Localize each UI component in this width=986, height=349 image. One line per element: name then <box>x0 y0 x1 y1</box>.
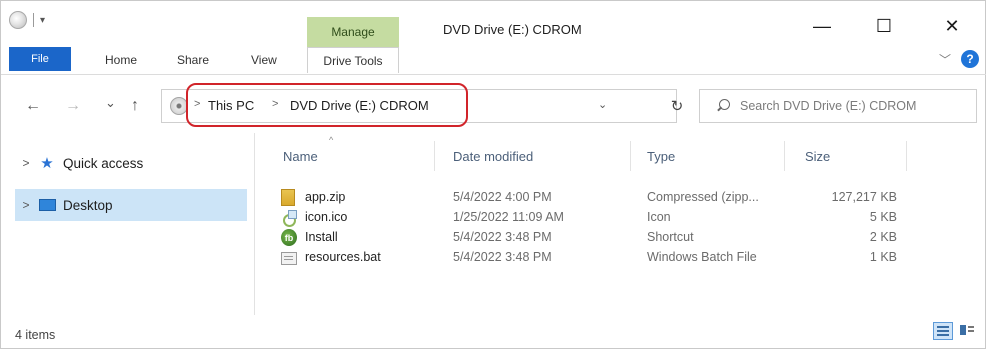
maximize-button[interactable]: ☐ <box>861 11 907 41</box>
large-icons-view-icon[interactable] <box>957 322 977 340</box>
file-name[interactable]: resources.bat <box>305 250 381 264</box>
sidebar-item-label: Desktop <box>63 197 113 213</box>
sidebar-item-label: Quick access <box>63 155 144 171</box>
tab-drive-tools[interactable]: Drive Tools <box>307 47 399 73</box>
forward-arrow-icon[interactable]: → <box>65 97 81 115</box>
file-row[interactable]: resources.bat 5/4/2022 3:48 PM Windows B… <box>269 248 919 268</box>
tab-share[interactable]: Share <box>177 53 209 67</box>
ribbon-controls: ﹀ ? <box>939 50 979 68</box>
column-header-type[interactable]: Type <box>633 141 785 171</box>
file-explorer-window: ▾ Manage DVD Drive (E:) CDROM — ☐ ✕ File… <box>0 0 986 349</box>
expand-ribbon-icon[interactable]: ﹀ <box>939 51 951 68</box>
ribbon-tabs: File Home Share View Drive Tools ﹀ ? <box>1 47 986 75</box>
breadcrumb-separator-icon[interactable]: > <box>194 98 200 110</box>
file-type: Compressed (zipp... <box>647 190 759 204</box>
cd-drive-icon <box>170 97 188 115</box>
breadcrumb-separator-icon[interactable]: > <box>272 98 278 110</box>
file-row[interactable]: app.zip 5/4/2022 4:00 PM Compressed (zip… <box>269 188 919 208</box>
sidebar-item-desktop[interactable]: > Desktop <box>15 189 247 221</box>
file-name[interactable]: Install <box>305 230 338 244</box>
quick-access-toolbar: ▾ <box>9 11 45 29</box>
navigation-bar: ← → ⌄ ↑ > This PC > DVD Drive (E:) CDROM… <box>1 81 986 129</box>
file-name[interactable]: icon.ico <box>305 210 347 224</box>
recent-locations-chevron-icon[interactable]: ⌄ <box>105 95 116 111</box>
column-header-date-modified[interactable]: Date modified <box>437 141 631 171</box>
window-title: DVD Drive (E:) CDROM <box>443 22 582 37</box>
file-size: 2 KB <box>869 230 897 244</box>
search-box[interactable]: Search DVD Drive (E:) CDROM <box>699 89 977 123</box>
chevron-right-icon[interactable]: > <box>15 198 37 212</box>
file-row[interactable]: fb Install 5/4/2022 3:48 PM Shortcut 2 K… <box>269 228 919 248</box>
minimize-button[interactable]: — <box>799 11 845 41</box>
file-date: 1/25/2022 11:09 AM <box>453 210 564 224</box>
close-button[interactable]: ✕ <box>929 11 975 41</box>
tab-home[interactable]: Home <box>105 53 137 67</box>
search-placeholder[interactable]: Search DVD Drive (E:) CDROM <box>740 99 916 113</box>
sidebar-item-quick-access[interactable]: > ★ Quick access <box>15 147 247 179</box>
title-bar: ▾ Manage DVD Drive (E:) CDROM — ☐ ✕ <box>1 1 986 47</box>
batch-file-icon <box>281 252 297 265</box>
address-dropdown-icon[interactable]: ⌄ <box>598 98 607 111</box>
column-header-name[interactable]: Name <box>269 141 435 171</box>
refresh-icon[interactable]: ↻ <box>659 89 695 123</box>
icon-file-icon <box>281 209 297 227</box>
desktop-folder-icon <box>37 198 57 212</box>
file-date: 5/4/2022 3:48 PM <box>453 230 552 244</box>
tab-view[interactable]: View <box>251 53 277 67</box>
shortcut-icon: fb <box>281 229 297 246</box>
back-arrow-icon[interactable]: ← <box>25 97 41 115</box>
file-size: 1 KB <box>869 250 897 264</box>
file-date: 5/4/2022 3:48 PM <box>453 250 552 264</box>
breadcrumb-this-pc[interactable]: This PC <box>208 98 254 113</box>
manage-context-label: Manage <box>307 17 399 47</box>
file-size: 5 KB <box>869 210 897 224</box>
file-name[interactable]: app.zip <box>305 190 345 204</box>
tab-file[interactable]: File <box>9 47 71 71</box>
toolbar-divider <box>33 13 34 27</box>
file-type: Icon <box>647 210 671 224</box>
customize-toolbar-dropdown-icon[interactable]: ▾ <box>40 15 45 26</box>
file-type: Shortcut <box>647 230 694 244</box>
breadcrumb-dvd-drive[interactable]: DVD Drive (E:) CDROM <box>290 98 429 113</box>
file-row[interactable]: icon.ico 1/25/2022 11:09 AM Icon 5 KB <box>269 208 919 228</box>
navigation-pane: > ★ Quick access > Desktop <box>1 133 255 315</box>
file-type: Windows Batch File <box>647 250 757 264</box>
cd-drive-icon[interactable] <box>9 11 27 29</box>
zip-folder-icon <box>281 189 295 206</box>
details-view-icon[interactable] <box>933 322 953 340</box>
address-bar[interactable]: > This PC > DVD Drive (E:) CDROM ⌄ <box>161 89 677 123</box>
file-date: 5/4/2022 4:00 PM <box>453 190 552 204</box>
star-icon: ★ <box>40 155 54 172</box>
chevron-right-icon[interactable]: > <box>15 156 37 170</box>
help-icon[interactable]: ? <box>961 50 979 68</box>
item-count: 4 items <box>15 328 56 342</box>
column-header-size[interactable]: Size <box>787 141 907 171</box>
up-arrow-icon[interactable]: ↑ <box>131 97 139 115</box>
search-icon <box>716 99 730 113</box>
file-size: 127,217 KB <box>831 190 897 204</box>
